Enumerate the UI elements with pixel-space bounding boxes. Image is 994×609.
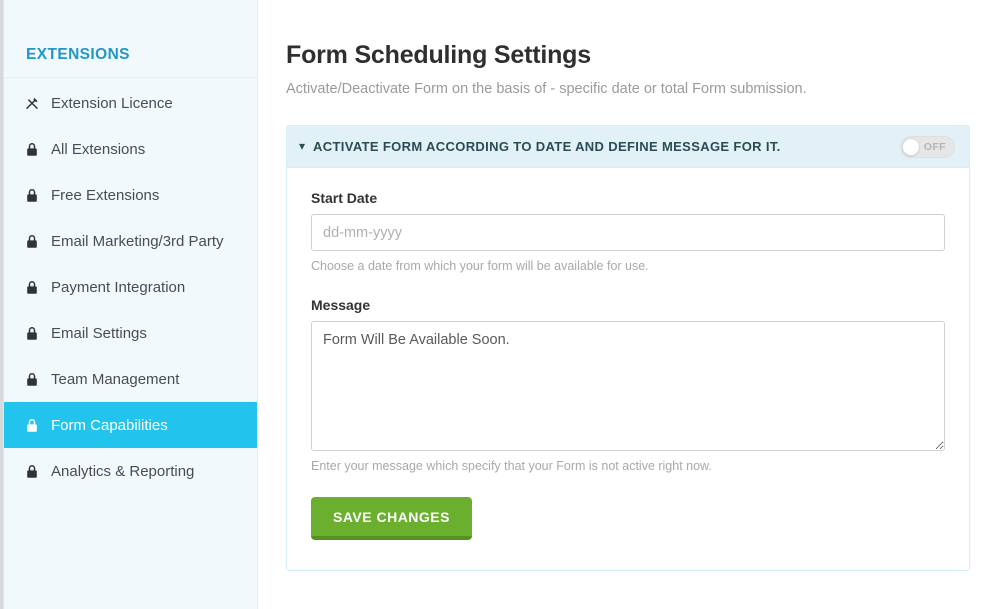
panel-body: Start Date Choose a date from which your… [287,168,969,570]
sidebar-item-label: Free Extensions [51,186,160,204]
sidebar-item-email-settings[interactable]: Email Settings [4,310,257,356]
field-spacer [311,273,945,297]
sidebar-item-payment-integration[interactable]: Payment Integration [4,264,257,310]
page-title: Form Scheduling Settings [286,41,591,69]
lock-icon [25,280,47,295]
sidebar-heading: EXTENSIONS [4,0,257,78]
sidebar-item-label: All Extensions [51,140,146,158]
message-label: Message [311,297,371,313]
sidebar-item-extension-licence[interactable]: Extension Licence [4,80,257,126]
sidebar-item-analytics-reporting[interactable]: Analytics & Reporting [4,448,257,494]
main-content: Form Scheduling Settings Activate/Deacti… [258,0,994,609]
lock-icon [25,464,47,479]
sidebar-nav: Extension Licence All Extensions Free Exte… [4,78,257,494]
sidebar-item-form-capabilities[interactable]: Form Capabilities [4,402,257,448]
lock-icon [25,142,47,157]
lock-icon [25,326,47,341]
chevron-down-icon[interactable]: ▾ [299,140,305,152]
panel-title: ACTIVATE FORM ACCORDING TO DATE AND DEFI… [313,139,781,154]
tools-icon [25,96,47,111]
sidebar-item-label: Team Management [51,370,180,388]
app-root: EXTENSIONS Extension Licence All Extensio… [0,0,994,609]
panel-header[interactable]: ▾ ACTIVATE FORM ACCORDING TO DATE AND DE… [287,126,969,168]
sidebar-item-label: Analytics & Reporting [51,462,195,480]
sidebar-item-label: Form Capabilities [51,416,168,434]
sidebar-item-team-management[interactable]: Team Management [4,356,257,402]
activate-form-toggle[interactable]: OFF [900,135,955,158]
sidebar-item-label: Email Settings [51,324,147,342]
start-date-hint: Choose a date from which your form will … [311,259,649,273]
sidebar-item-email-marketing-3rd-party[interactable]: Email Marketing/3rd Party [4,218,257,264]
toggle-knob [902,137,920,156]
start-date-input[interactable] [311,214,945,251]
sidebar-item-free-extensions[interactable]: Free Extensions [4,172,257,218]
sidebar-item-label: Payment Integration [51,278,186,296]
start-date-label: Start Date [311,190,378,206]
message-textarea[interactable]: Form Will Be Available Soon. [311,321,945,451]
toggle-state-label: OFF [923,140,946,153]
lock-icon [25,188,47,203]
sidebar-item-label: Extension Licence [51,94,173,112]
message-hint: Enter your message which specify that yo… [311,459,712,473]
sidebar-item-all-extensions[interactable]: All Extensions [4,126,257,172]
sidebar: EXTENSIONS Extension Licence All Extensio… [4,0,258,609]
lock-icon [25,234,47,249]
scheduling-panel: ▾ ACTIVATE FORM ACCORDING TO DATE AND DE… [286,125,970,571]
sidebar-item-label: Email Marketing/3rd Party [51,232,224,250]
lock-icon [25,418,47,433]
save-changes-button[interactable]: SAVE CHANGES [311,497,472,540]
lock-icon [25,372,47,387]
page-subtitle: Activate/Deactivate Form on the basis of… [286,81,807,97]
